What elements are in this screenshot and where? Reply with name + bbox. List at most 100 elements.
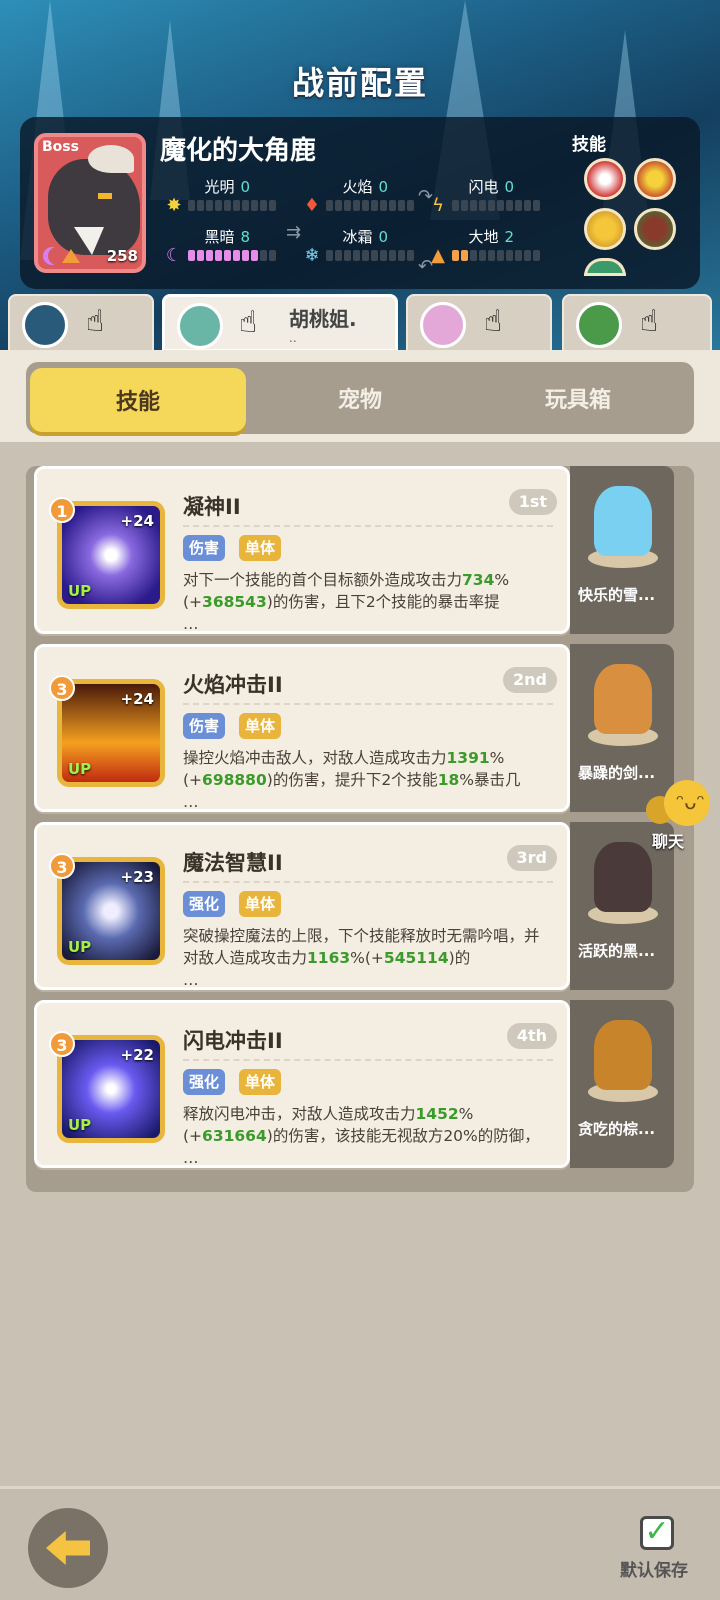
boss-portrait[interactable]: Boss 258	[34, 133, 146, 273]
skill-rank-badge: 3	[49, 853, 75, 879]
pet-slot[interactable]: 贪吃的棕...	[570, 1000, 674, 1168]
avatar	[22, 302, 68, 348]
boss-skill-icon[interactable]	[634, 208, 676, 250]
skill-order-badge: 3rd	[506, 845, 557, 871]
desc-segment: 对下一个技能的首个目标额外造成攻击力	[183, 571, 463, 589]
boss-name: 魔化的大角鹿	[160, 136, 317, 166]
pet-figure	[594, 842, 652, 912]
chat-button[interactable]: ᵔᴗᵔ 聊天	[646, 780, 720, 851]
party-member-name: 胡桃姐.	[289, 307, 357, 331]
skill-icon[interactable]: +24 UP	[57, 679, 165, 787]
page-title: 战前配置	[291, 64, 428, 102]
divider	[183, 881, 553, 883]
boss-tag: Boss	[42, 139, 79, 155]
fire-icon: ♦	[303, 195, 321, 216]
skill-rank-badge: 3	[49, 675, 75, 701]
boss-skill-icon[interactable]	[634, 158, 676, 200]
desc-segment: 698880	[202, 771, 267, 789]
divider	[183, 1059, 553, 1061]
desc-segment: 1391	[446, 749, 490, 767]
checkbox-icon[interactable]: ✓	[640, 1516, 674, 1550]
skill-target-tag: 单体	[239, 1069, 282, 1095]
skill-name: 火焰冲击II	[183, 673, 283, 697]
pet-name: 活跃的黑...	[578, 942, 656, 960]
element-lightning: 闪电 0 ϟ	[428, 176, 548, 216]
desc-segment: )的伤害，提升下2个技能	[266, 771, 438, 789]
skill-plus-level: +24	[120, 512, 154, 530]
desc-segment: 释放闪电冲击，对敌人造成攻击力	[183, 1105, 416, 1123]
tap-hand-icon: ☝	[239, 305, 258, 340]
desc-segment: 操控火焰冲击敌人，对敌人造成攻击力	[183, 749, 447, 767]
skill-card[interactable]: +24 UP 3 火焰冲击II 2nd 伤害 单体 操控火焰冲击敌人，对敌人造成…	[34, 644, 570, 812]
boss-skills-label: 技能	[572, 135, 606, 155]
skill-target-tag: 单体	[239, 891, 282, 917]
skill-icon[interactable]: +23 UP	[57, 857, 165, 965]
skill-type-tag: 伤害	[183, 535, 226, 561]
skill-rank-badge: 1	[49, 497, 75, 523]
desc-segment: 18	[437, 771, 460, 789]
skill-order-badge: 4th	[506, 1023, 557, 1049]
element-fire: 火焰 0 ♦	[302, 176, 422, 216]
skill-order-badge: 2nd	[503, 667, 557, 693]
smiley-icon: ᵔᴗᵔ	[676, 790, 705, 814]
desc-segment: 631664	[202, 1127, 267, 1145]
skill-description: 释放闪电冲击，对敌人造成攻击力1452%(+631664)的伤害，该技能无视敌方…	[183, 1103, 553, 1169]
upgrade-badge: UP	[68, 1116, 92, 1134]
tab-skills[interactable]: 技能	[30, 368, 246, 432]
skill-card[interactable]: +22 UP 3 闪电冲击II 4th 强化 单体 释放闪电冲击，对敌人造成攻击…	[34, 1000, 570, 1168]
skill-target-tag: 单体	[239, 535, 282, 561]
skill-card[interactable]: +23 UP 3 魔法智慧II 3rd 强化 单体 突破操控魔法的上限，下个技能…	[34, 822, 570, 990]
tap-hand-icon: ☝	[484, 304, 503, 339]
tab-toybox[interactable]: 玩具箱	[470, 362, 686, 434]
back-button[interactable]	[28, 1508, 108, 1588]
avatar	[576, 302, 622, 348]
avatar	[177, 303, 223, 349]
party-tab-4[interactable]: ☝	[562, 294, 712, 352]
element-frost: 冰霜 0 ❄	[302, 226, 422, 266]
skill-rank-badge: 3	[49, 1031, 75, 1057]
skill-icon[interactable]: +22 UP	[57, 1035, 165, 1143]
skill-description: 突破操控魔法的上限，下个技能释放时无需吟唱，并对敌人造成攻击力1163%(+54…	[183, 925, 553, 991]
pet-figure	[594, 486, 652, 556]
skill-name: 闪电冲击II	[183, 1029, 283, 1053]
tab-pets[interactable]: 宠物	[252, 362, 468, 434]
party-tab-2[interactable]: ☝ 胡桃姐. ..	[162, 294, 398, 352]
skill-type-tag: 强化	[183, 891, 226, 917]
skill-card[interactable]: +24 UP 1 凝神II 1st 伤害 单体 对下一个技能的首个目标额外造成攻…	[34, 466, 570, 634]
sun-icon: ✸	[166, 195, 182, 216]
pet-slot[interactable]: 快乐的雪...	[570, 466, 674, 634]
tap-hand-icon: ☝	[640, 304, 659, 339]
desc-segment: 1163	[307, 949, 351, 967]
element-earth: 大地 2 ▲	[428, 226, 548, 266]
upgrade-badge: UP	[68, 938, 92, 956]
upgrade-badge: UP	[68, 582, 92, 600]
element-light: 光明 0 ✸	[164, 176, 284, 216]
pet-name: 快乐的雪...	[578, 586, 656, 604]
skill-plus-level: +23	[120, 868, 154, 886]
boss-skill-icon[interactable]	[584, 158, 626, 200]
skill-type-tag: 伤害	[183, 713, 226, 739]
skill-plus-level: +22	[120, 1046, 154, 1064]
skill-icon[interactable]: +24 UP	[57, 501, 165, 609]
snowflake-icon: ❄	[304, 245, 320, 266]
default-save-toggle[interactable]: ✓ 默认保存	[620, 1516, 710, 1586]
element-dark: 黑暗 8 ☾	[164, 226, 284, 266]
party-member-sub: ..	[289, 331, 297, 345]
desc-segment: 545114	[383, 949, 449, 967]
boss-skill-icon[interactable]	[584, 208, 626, 250]
skill-order-badge: 1st	[508, 489, 557, 515]
desc-segment: 734	[462, 571, 495, 589]
desc-segment: 1452	[415, 1105, 459, 1123]
bottom-bar	[0, 1486, 720, 1600]
default-save-label: 默认保存	[620, 1561, 688, 1581]
pet-figure	[594, 1020, 652, 1090]
party-tab-1[interactable]: ☝	[8, 294, 154, 352]
party-tab-3[interactable]: ☝	[406, 294, 552, 352]
arrow-icon: ⇉	[286, 222, 302, 243]
avatar	[420, 302, 466, 348]
skill-type-tag: 强化	[183, 1069, 226, 1095]
skill-name: 凝神II	[183, 495, 241, 519]
pet-figure	[594, 664, 652, 734]
skill-target-tag: 单体	[239, 713, 282, 739]
chat-label: 聊天	[652, 832, 685, 851]
